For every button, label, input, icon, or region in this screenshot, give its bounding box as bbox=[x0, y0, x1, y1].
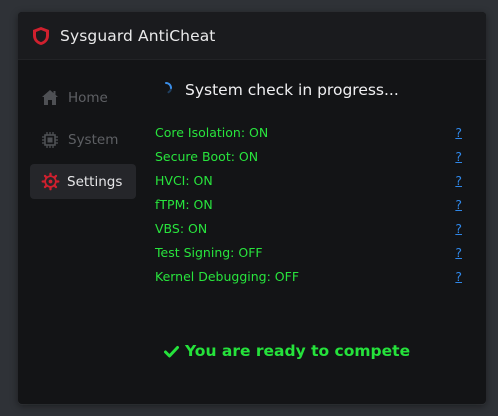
check-row: Secure Boot: ON ? bbox=[155, 144, 464, 168]
app-window: Sysguard AntiCheat Home System Settings … bbox=[18, 12, 486, 404]
main-panel: System check in progress... Core Isolati… bbox=[154, 78, 466, 360]
check-row: HVCI: ON ? bbox=[155, 168, 464, 192]
sidebar-item-label: System bbox=[68, 131, 119, 148]
sidebar-item-label: Home bbox=[68, 89, 108, 106]
sidebar: Home System Settings bbox=[30, 80, 136, 206]
check-label: VBS: ON bbox=[155, 220, 208, 236]
sidebar-item-system[interactable]: System bbox=[30, 122, 136, 157]
check-row: Kernel Debugging: OFF ? bbox=[155, 264, 464, 288]
shield-icon bbox=[33, 27, 49, 45]
sidebar-item-home[interactable]: Home bbox=[30, 80, 136, 115]
status-title: System check in progress... bbox=[185, 81, 399, 99]
status-header: System check in progress... bbox=[154, 78, 466, 104]
check-label: fTPM: ON bbox=[155, 196, 213, 212]
check-row: VBS: ON ? bbox=[155, 216, 464, 240]
help-link[interactable]: ? bbox=[455, 125, 464, 140]
sidebar-item-settings[interactable]: Settings bbox=[30, 164, 136, 199]
check-label: Test Signing: OFF bbox=[155, 244, 263, 260]
gear-icon bbox=[40, 172, 60, 192]
title-bar: Sysguard AntiCheat bbox=[18, 12, 486, 60]
check-label: Secure Boot: ON bbox=[155, 148, 259, 164]
help-link[interactable]: ? bbox=[455, 221, 464, 236]
ready-text: You are ready to compete bbox=[185, 342, 411, 360]
check-row: Core Isolation: ON ? bbox=[155, 120, 464, 144]
check-list: Core Isolation: ON ? Secure Boot: ON ? H… bbox=[155, 120, 464, 288]
check-label: HVCI: ON bbox=[155, 172, 213, 188]
ready-message: You are ready to compete bbox=[164, 342, 410, 360]
checkmark-icon bbox=[164, 345, 179, 357]
app-title: Sysguard AntiCheat bbox=[60, 27, 216, 45]
chip-icon bbox=[40, 130, 60, 150]
check-label: Kernel Debugging: OFF bbox=[155, 268, 300, 284]
check-row: fTPM: ON ? bbox=[155, 192, 464, 216]
help-link[interactable]: ? bbox=[455, 149, 464, 164]
help-link[interactable]: ? bbox=[455, 197, 464, 212]
sidebar-item-label: Settings bbox=[67, 173, 123, 190]
loading-spinner-icon bbox=[165, 82, 172, 94]
check-row: Test Signing: OFF ? bbox=[155, 240, 464, 264]
help-link[interactable]: ? bbox=[455, 245, 464, 260]
help-link[interactable]: ? bbox=[455, 269, 464, 284]
check-label: Core Isolation: ON bbox=[155, 124, 269, 140]
help-link[interactable]: ? bbox=[455, 173, 464, 188]
home-icon bbox=[40, 88, 60, 108]
